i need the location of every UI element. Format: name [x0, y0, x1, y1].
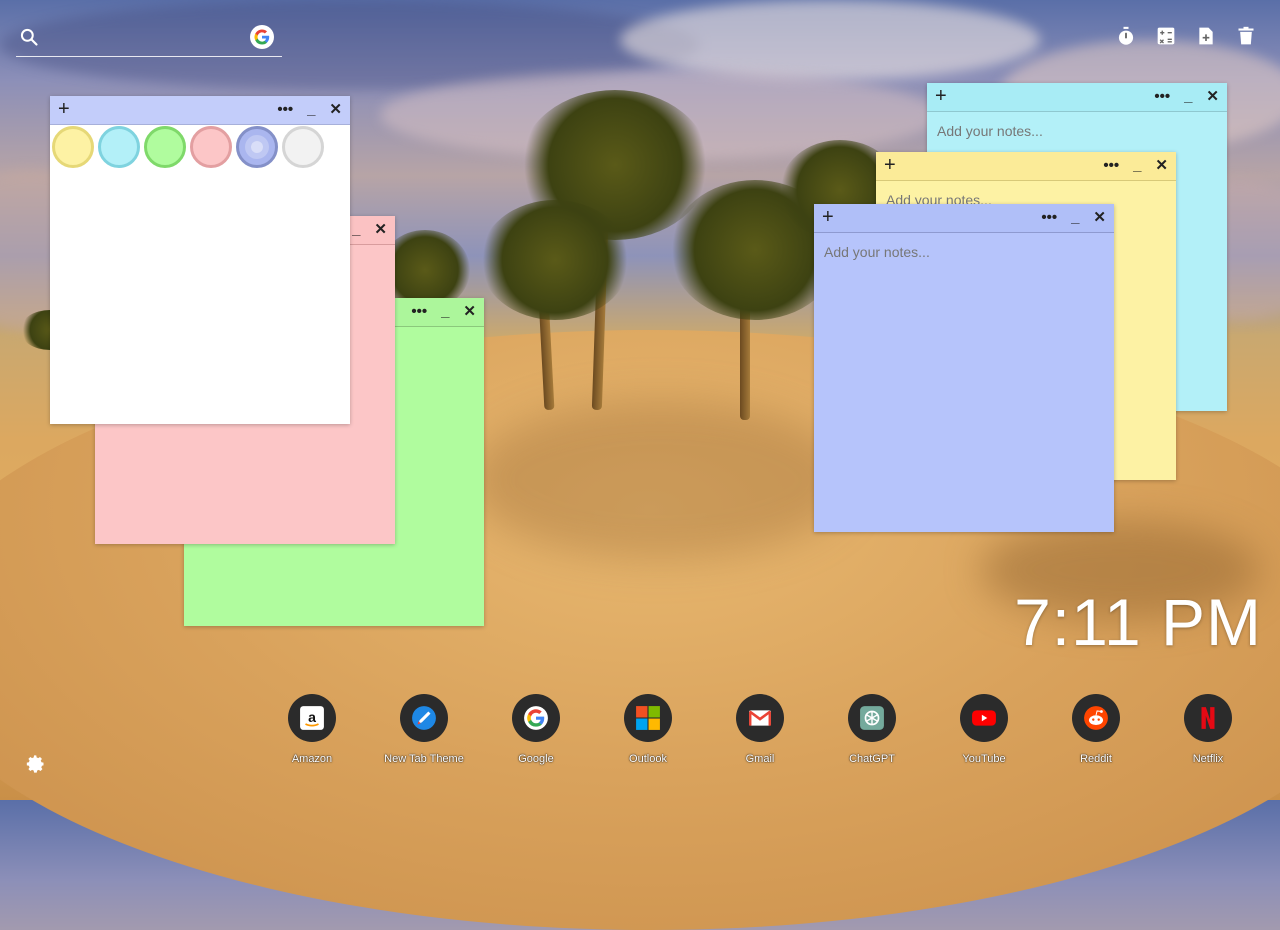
- shortcut-label: Amazon: [291, 753, 333, 765]
- close-button[interactable]: ✕: [1093, 210, 1106, 225]
- shortcut-outlook[interactable]: Outlook: [592, 694, 704, 765]
- shortcut-new-tab-theme[interactable]: New Tab Theme: [368, 694, 480, 765]
- shortcut-label: ChatGPT: [849, 753, 895, 765]
- close-button[interactable]: ✕: [1155, 158, 1168, 173]
- minimize-button[interactable]: _: [307, 102, 315, 117]
- minimize-button[interactable]: _: [1184, 89, 1192, 104]
- note-toolbar: + ••• _ ✕: [927, 83, 1227, 112]
- add-note-button[interactable]: +: [884, 154, 896, 176]
- outlook-icon: [624, 694, 672, 742]
- shortcut-dock: a Amazon New Tab Theme Google Outlook Gm…: [256, 694, 1264, 765]
- color-swatch-white[interactable]: [282, 126, 324, 168]
- calculator-icon[interactable]: [1156, 26, 1176, 46]
- shortcut-reddit[interactable]: Reddit: [1040, 694, 1152, 765]
- note-text-area[interactable]: Add your notes...: [824, 244, 1104, 260]
- note-menu-button[interactable]: •••: [411, 304, 427, 319]
- shortcut-label: Netflix: [1192, 753, 1224, 765]
- add-note-button[interactable]: +: [822, 206, 834, 228]
- search-bar: [16, 22, 282, 57]
- gear-icon[interactable]: [26, 754, 46, 774]
- close-button[interactable]: ✕: [374, 222, 387, 237]
- add-note-button[interactable]: +: [58, 98, 70, 120]
- shortcut-amazon[interactable]: a Amazon: [256, 694, 368, 765]
- shortcut-chatgpt[interactable]: ChatGPT: [816, 694, 928, 765]
- search-icon[interactable]: [19, 27, 39, 47]
- timer-icon[interactable]: [1116, 26, 1136, 46]
- shortcut-label: Gmail: [745, 753, 775, 765]
- chatgpt-icon: [848, 694, 896, 742]
- gmail-icon: [736, 694, 784, 742]
- netflix-icon: [1184, 694, 1232, 742]
- shortcut-label: Google: [518, 753, 554, 765]
- youtube-icon: [960, 694, 1008, 742]
- minimize-button[interactable]: _: [352, 222, 360, 237]
- add-note-button[interactable]: +: [935, 85, 947, 107]
- close-button[interactable]: ✕: [329, 102, 342, 117]
- shortcut-label: YouTube: [962, 753, 1006, 765]
- note-menu-button[interactable]: •••: [277, 102, 293, 117]
- minimize-button[interactable]: _: [1133, 158, 1141, 173]
- shortcut-gmail[interactable]: Gmail: [704, 694, 816, 765]
- color-swatch-green[interactable]: [144, 126, 186, 168]
- color-swatch-periwinkle[interactable]: [236, 126, 278, 168]
- shortcut-label: New Tab Theme: [384, 753, 464, 765]
- note-menu-button[interactable]: •••: [1041, 210, 1057, 225]
- note-text-area[interactable]: Add your notes...: [937, 123, 1217, 139]
- search-input[interactable]: [50, 26, 254, 52]
- svg-text:a: a: [308, 709, 316, 725]
- google-g-icon[interactable]: [250, 25, 274, 49]
- shortcut-label: Outlook: [629, 753, 667, 765]
- sticky-note-white[interactable]: + ••• _ ✕: [50, 96, 350, 424]
- note-toolbar: + ••• _ ✕: [50, 96, 350, 125]
- close-button[interactable]: ✕: [463, 304, 476, 319]
- top-toolbar: [1116, 26, 1256, 46]
- google-icon: [512, 694, 560, 742]
- shortcut-google[interactable]: Google: [480, 694, 592, 765]
- shortcut-youtube[interactable]: YouTube: [928, 694, 1040, 765]
- shortcut-label: Reddit: [1080, 753, 1112, 765]
- sticky-note-periwinkle[interactable]: + ••• _ ✕ Add your notes...: [814, 204, 1114, 532]
- trash-icon[interactable]: [1236, 26, 1256, 46]
- color-picker: [52, 126, 324, 168]
- minimize-button[interactable]: _: [1071, 210, 1079, 225]
- selected-indicator: [251, 141, 263, 153]
- note-toolbar: + ••• _ ✕: [814, 204, 1114, 233]
- close-button[interactable]: ✕: [1206, 89, 1219, 104]
- color-swatch-yellow[interactable]: [52, 126, 94, 168]
- color-swatch-pink[interactable]: [190, 126, 232, 168]
- clock: 7:11 PM: [1014, 585, 1262, 659]
- color-swatch-cyan[interactable]: [98, 126, 140, 168]
- note-toolbar: + ••• _ ✕: [876, 152, 1176, 181]
- note-menu-button[interactable]: •••: [1103, 158, 1119, 173]
- note-menu-button[interactable]: •••: [1154, 89, 1170, 104]
- shortcut-netflix[interactable]: Netflix: [1152, 694, 1264, 765]
- amazon-icon: a: [288, 694, 336, 742]
- minimize-button[interactable]: _: [441, 304, 449, 319]
- new-tab-theme-icon: [400, 694, 448, 742]
- reddit-icon: [1072, 694, 1120, 742]
- new-note-icon[interactable]: [1196, 26, 1216, 46]
